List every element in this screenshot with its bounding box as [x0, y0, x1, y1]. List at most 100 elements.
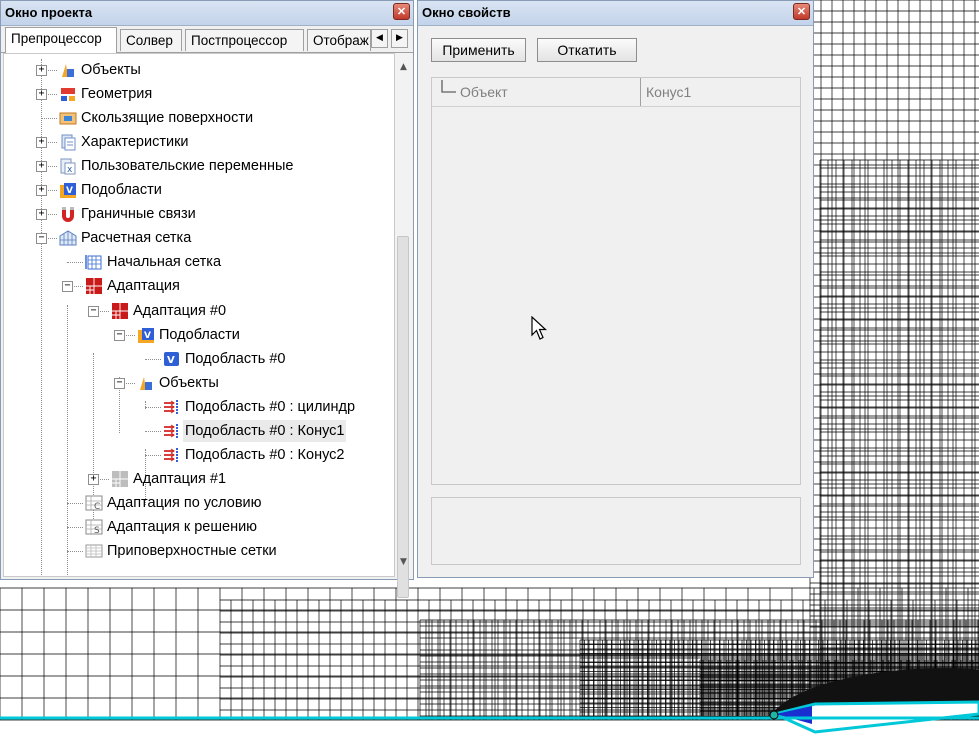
property-grid: Объект Конус1: [431, 77, 801, 485]
property-description-pane: [431, 497, 801, 565]
scroll-down-icon[interactable]: ▼: [395, 554, 412, 571]
tree-connector-line: [41, 118, 57, 120]
adaptation-icon: [86, 278, 102, 295]
tree-item-label: Приповерхностные сетки: [107, 543, 277, 559]
object-link-icon: [164, 447, 178, 462]
adaptation-icon: [112, 302, 128, 319]
subdomain-icon: V: [164, 351, 179, 366]
tree-item[interactable]: − V Подобласти: [4, 324, 394, 346]
tree-item[interactable]: Приповерхностные сетки: [4, 540, 394, 562]
near-surface-grid-icon: [85, 544, 103, 558]
expand-icon[interactable]: +: [36, 65, 47, 76]
tab-solver[interactable]: Солвер: [120, 29, 182, 51]
expand-icon[interactable]: +: [36, 137, 47, 149]
tree-item[interactable]: Подобласть #0 : Конус1: [4, 419, 394, 442]
tree-item[interactable]: S Адаптация к решению: [4, 516, 394, 538]
tree-item[interactable]: − Расчетная сетка: [4, 227, 394, 249]
scrollbar-thumb[interactable]: [397, 236, 409, 598]
tree-item[interactable]: Скользящие поверхности: [4, 107, 394, 129]
tree-connector-line: [145, 454, 161, 456]
svg-text:C: C: [94, 502, 100, 512]
svg-text:V: V: [167, 355, 175, 366]
tab-scroll-left-icon[interactable]: ◀: [371, 29, 388, 48]
project-window-title: Окно проекта: [5, 5, 93, 20]
mouse-cursor-icon: [531, 316, 548, 340]
expand-icon[interactable]: +: [36, 185, 47, 197]
tab-postprocessor[interactable]: Постпроцессор: [185, 29, 304, 51]
tree-item[interactable]: + x Пользовательские переменные: [4, 155, 394, 177]
tree-item-label: Характеристики: [81, 134, 189, 151]
collapse-icon[interactable]: −: [36, 233, 47, 245]
property-name: Объект: [460, 84, 508, 100]
tree-item[interactable]: + Характеристики: [4, 131, 394, 153]
initial-grid-icon: [85, 255, 102, 270]
properties-window-titlebar[interactable]: Окно свойств ✕: [418, 1, 813, 26]
adaptation-disabled-icon: [112, 470, 128, 487]
property-column-divider[interactable]: [640, 78, 641, 106]
tree-item-label: Подобласть #0: [185, 350, 286, 367]
project-tree[interactable]: + Объекты + Геометрия Скользящие поверхности…: [3, 53, 395, 577]
expand-icon[interactable]: +: [36, 89, 47, 101]
tree-item[interactable]: + Граничные связи: [4, 203, 394, 225]
tree-item-label: Пользовательские переменные: [81, 158, 294, 175]
project-window-titlebar[interactable]: Окно проекта ✕: [1, 1, 413, 26]
collapse-icon[interactable]: −: [114, 329, 125, 341]
tree-item-label: Расчетная сетка: [81, 230, 192, 247]
tree-item[interactable]: + V Подобласти: [4, 179, 394, 201]
tree-item[interactable]: − Адаптация #0: [4, 300, 394, 322]
tree-item-label: Адаптация: [107, 278, 180, 295]
scroll-up-icon[interactable]: ▲: [395, 59, 412, 76]
user-variables-icon: x: [60, 158, 76, 175]
tree-item[interactable]: − Адаптация: [4, 275, 394, 297]
tab-display[interactable]: Отображ: [307, 29, 371, 51]
tree-item-label: Граничные связи: [81, 206, 196, 223]
tree-item[interactable]: Подобласть #0 : цилиндр: [4, 396, 394, 418]
svg-text:S: S: [94, 526, 100, 536]
tree-item[interactable]: + Адаптация #1: [4, 468, 394, 490]
project-tabs: Препроцессор Солвер Постпроцессор Отобра…: [1, 26, 413, 53]
tree-item[interactable]: + Объекты: [4, 59, 394, 81]
expand-icon[interactable]: +: [36, 161, 47, 173]
tree-item[interactable]: Подобласть #0 : Конус2: [4, 444, 394, 466]
tree-item-label: Подобласть #0 : Конус1: [183, 419, 347, 442]
boundary-links-icon: [62, 207, 74, 223]
tree-item[interactable]: Начальная сетка: [4, 251, 394, 273]
tree-item[interactable]: − Объекты: [4, 372, 394, 394]
tree-connector-line: [67, 262, 83, 264]
expand-icon[interactable]: +: [88, 473, 99, 485]
tree-item-label: Объекты: [159, 374, 219, 391]
tree-item-label: Подобласть #0 : Конус2: [185, 446, 345, 463]
properties-window-close-button[interactable]: ✕: [793, 3, 810, 20]
revert-button[interactable]: Откатить: [537, 38, 637, 62]
tree-item-label: Подобласти: [159, 326, 240, 343]
apply-button[interactable]: Применить: [431, 38, 526, 62]
tree-item-label: Адаптация к решению: [107, 518, 258, 535]
object-link-icon: [164, 399, 178, 414]
project-tree-scrollbar[interactable]: ▲ ▼: [395, 53, 412, 598]
tree-item[interactable]: V Подобласть #0: [4, 348, 394, 370]
tree-item-label: Подобласть #0 : цилиндр: [185, 398, 356, 415]
tree-item-label: Подобласти: [81, 182, 162, 199]
cone-apex-point[interactable]: [769, 710, 779, 720]
property-row[interactable]: Объект Конус1: [432, 78, 800, 107]
sliding-surfaces-icon: [59, 112, 77, 125]
tree-connector-line: [67, 502, 83, 504]
properties-window: Окно свойств ✕ Применить Откатить Объект…: [417, 0, 814, 578]
collapse-icon[interactable]: −: [114, 377, 125, 389]
tree-item[interactable]: C Адаптация по условию: [4, 492, 394, 514]
tree-item[interactable]: + Геометрия: [4, 83, 394, 105]
tree-item-label: Скользящие поверхности: [81, 110, 254, 127]
objects-icon: [140, 376, 152, 390]
property-value[interactable]: Конус1: [646, 84, 691, 100]
computational-grid-icon: [59, 230, 77, 246]
tree-connector-line: [145, 430, 161, 432]
expand-icon[interactable]: +: [36, 209, 47, 221]
collapse-icon[interactable]: −: [62, 281, 73, 293]
collapse-icon[interactable]: −: [88, 305, 99, 317]
subdomains-icon: V: [60, 183, 76, 199]
tab-scroll-right-icon[interactable]: ▶: [391, 29, 408, 48]
tab-preprocessor[interactable]: Препроцессор: [5, 27, 117, 53]
tree-item-label: Адаптация #0: [133, 302, 227, 319]
svg-text:x: x: [67, 165, 73, 175]
project-window-close-button[interactable]: ✕: [393, 3, 410, 20]
